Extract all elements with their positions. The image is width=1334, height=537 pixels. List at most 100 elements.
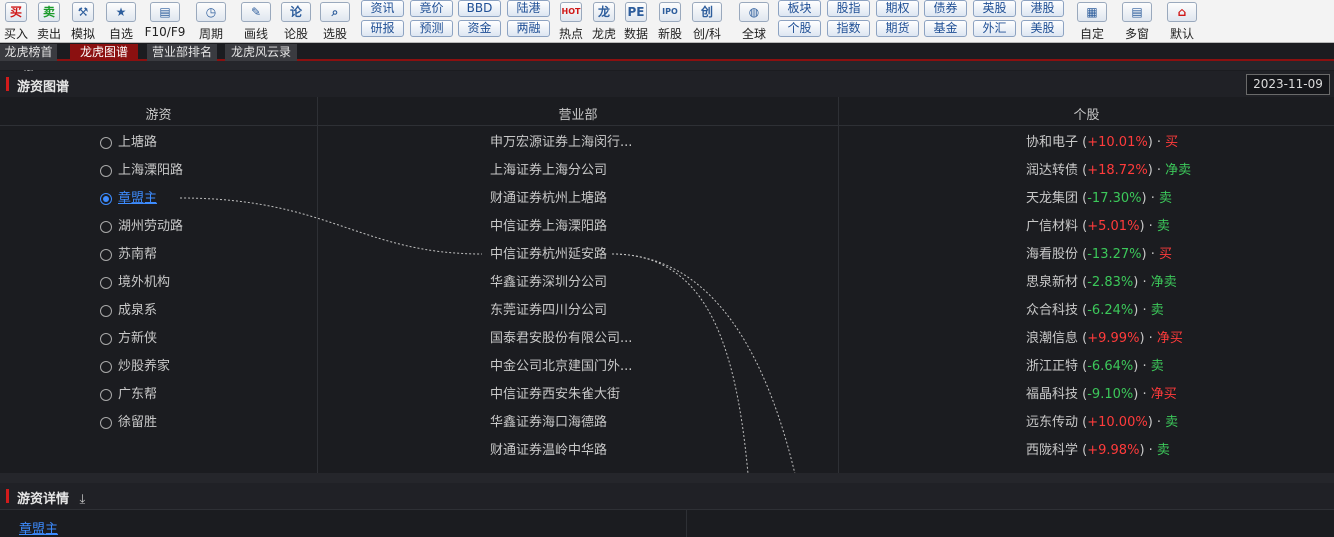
branch-item[interactable]: 中信证券西安朱雀大街 (490, 385, 620, 405)
toolbar-button-f10[interactable]: ▤ F10/F9 (143, 0, 187, 43)
youzi-item[interactable]: 上海溧阳路 (118, 161, 183, 181)
toolbar-chip[interactable]: 英股 (973, 0, 1016, 17)
youzi-item[interactable]: 方新侠 (118, 329, 157, 349)
youzi-item[interactable]: 上塘路 (118, 133, 157, 153)
stock-item[interactable]: 浪潮信息 (+9.99%) · 净买 (1026, 329, 1183, 349)
stock-item[interactable]: 众合科技 (-6.24%) · 卖 (1026, 301, 1164, 321)
stock-item[interactable]: 海看股份 (-13.27%) · 买 (1026, 245, 1172, 265)
stock-action: 卖 (1150, 359, 1164, 374)
toolbar-chip[interactable]: 美股 (1021, 20, 1064, 37)
detail-youzi-name[interactable]: 章盟主 (19, 518, 58, 537)
toolbar-button-pen[interactable]: ✎ 画线 (234, 0, 278, 43)
stock-action: 买 (1158, 247, 1172, 262)
tab-branch-ranking[interactable]: 营业部排名 (147, 44, 217, 61)
toolbar-chip[interactable]: 板块 (778, 0, 821, 17)
toolbar-button-multiwindow[interactable]: ▤ 多窗 (1115, 0, 1159, 43)
column-header-youzi: 游资 (145, 108, 172, 123)
stock-item[interactable]: 协和电子 (+10.01%) · 买 (1026, 133, 1178, 153)
toolbar-chip[interactable]: 两融 (507, 20, 550, 37)
youzi-radio[interactable] (100, 137, 112, 149)
youzi-item[interactable]: 境外机构 (118, 273, 170, 293)
toolbar-chip[interactable]: 股指 (827, 0, 870, 17)
stock-item[interactable]: 广信材料 (+5.01%) · 卖 (1026, 217, 1170, 237)
stock-item[interactable]: 福晶科技 (-9.10%) · 净买 (1026, 385, 1177, 405)
youzi-radio[interactable] (100, 193, 112, 205)
tab-longhu-records[interactable]: 龙虎风云录 (225, 44, 297, 61)
youzi-radio[interactable] (100, 361, 112, 373)
youzi-item[interactable]: 广东帮 (118, 385, 157, 405)
youzi-radio[interactable] (100, 221, 112, 233)
toolbar-button-label: 自定 (1079, 27, 1104, 41)
stock-item[interactable]: 远东传动 (+10.00%) · 卖 (1026, 413, 1178, 433)
youzi-item[interactable]: 苏南帮 (118, 245, 157, 265)
stock-action: 净买 (1156, 331, 1183, 346)
stock-item[interactable]: 浙江正特 (-6.64%) · 卖 (1026, 357, 1164, 377)
tab-longhu-graph[interactable]: 龙虎图谱 (70, 44, 138, 61)
toolbar-button-globe[interactable]: ◍ 全球 (732, 0, 776, 43)
toolbar-button-home[interactable]: ⌂ 默认 (1160, 0, 1204, 43)
toolbar-button-label: 论股 (283, 27, 308, 41)
toolbar-chip[interactable]: BBD (458, 0, 501, 17)
toolbar-button-clock[interactable]: ◷ 周期 (189, 0, 233, 43)
youzi-radio[interactable] (100, 417, 112, 429)
stock-name: 西陇科学 (1026, 443, 1079, 458)
youzi-radio[interactable] (100, 333, 112, 345)
branch-item[interactable]: 中信证券上海溧阳路 (490, 217, 607, 237)
youzi-radio[interactable] (100, 389, 112, 401)
toolbar-button-chuang[interactable]: 创创/科 (685, 0, 729, 43)
stock-item[interactable]: 思泉新材 (-2.83%) · 净卖 (1026, 273, 1177, 293)
toolbar-chip[interactable]: 研报 (361, 20, 404, 37)
branch-item[interactable]: 国泰君安股份有限公司... (490, 329, 632, 349)
toolbar-button-label: 多窗 (1124, 27, 1149, 41)
toolbar-chip[interactable]: 期货 (876, 20, 919, 37)
clock-icon: ◷ (196, 2, 226, 22)
tab-longhubang-home[interactable]: 龙虎榜首页 (0, 44, 57, 75)
toolbar-chip[interactable]: 竟价 (410, 0, 453, 17)
branch-item[interactable]: 财通证券杭州上塘路 (490, 189, 607, 209)
youzi-radio[interactable] (100, 277, 112, 289)
toolbar-button-star[interactable]: ★ 自选 (99, 0, 143, 43)
youzi-item[interactable]: 成泉系 (118, 301, 157, 321)
stock-change-pct: +9.98% (1087, 443, 1140, 458)
youzi-item[interactable]: 湖州劳动路 (118, 217, 183, 237)
branch-item[interactable]: 东莞证券四川分公司 (490, 301, 607, 321)
stock-action: 净卖 (1150, 275, 1177, 290)
branch-item[interactable]: 中金公司北京建国门外... (490, 357, 632, 377)
date-picker[interactable]: 2023-11-09 (1246, 74, 1330, 95)
toolbar-chip[interactable]: 资金 (458, 20, 501, 37)
stock-name: 海看股份 (1026, 247, 1079, 262)
chuang-icon: 创 (692, 2, 722, 22)
youzi-radio[interactable] (100, 165, 112, 177)
toolbar-chip[interactable]: 个股 (778, 20, 821, 37)
youzi-radio[interactable] (100, 249, 112, 261)
youzi-item[interactable]: 徐留胜 (118, 413, 157, 433)
stock-item[interactable]: 润达转债 (+18.72%) · 净卖 (1026, 161, 1191, 181)
branch-item[interactable]: 华鑫证券深圳分公司 (490, 273, 607, 293)
youzi-item[interactable]: 炒股养家 (118, 357, 170, 377)
stock-item[interactable]: 天龙集团 (-17.30%) · 卖 (1026, 189, 1172, 209)
branch-item[interactable]: 上海证券上海分公司 (490, 161, 607, 181)
stock-change-pct: +9.99% (1087, 331, 1140, 346)
toolbar-button-discuss[interactable]: 论论股 (274, 0, 318, 43)
detail-divider (0, 509, 1334, 510)
branch-item[interactable]: 中信证券杭州延安路 (490, 245, 607, 265)
toolbar-chip[interactable]: 资讯 (361, 0, 404, 17)
download-icon[interactable]: ⤓ (80, 492, 86, 507)
toolbar-button-magnifier[interactable]: ⌕ 选股 (313, 0, 357, 43)
youzi-item[interactable]: 章盟主 (118, 189, 157, 209)
toolbar-chip[interactable]: 期权 (876, 0, 919, 17)
toolbar-chip[interactable]: 预测 (410, 20, 453, 37)
toolbar-button-custom[interactable]: ▦ 自定 (1070, 0, 1114, 43)
branch-item[interactable]: 申万宏源证券上海闵行... (490, 133, 632, 153)
branch-item[interactable]: 华鑫证券海口海德路 (490, 413, 607, 433)
toolbar-chip[interactable]: 债券 (924, 0, 967, 17)
branch-item[interactable]: 财通证券温岭中华路 (490, 441, 607, 461)
toolbar-chip[interactable]: 陆港 (507, 0, 550, 17)
youzi-radio[interactable] (100, 305, 112, 317)
toolbar-chip[interactable]: 外汇 (973, 20, 1016, 37)
toolbar-chip[interactable]: 基金 (924, 20, 967, 37)
stock-change-pct: +18.72% (1087, 163, 1148, 178)
toolbar-chip[interactable]: 港股 (1021, 0, 1064, 17)
stock-item[interactable]: 西陇科学 (+9.98%) · 卖 (1026, 441, 1170, 461)
toolbar-chip[interactable]: 指数 (827, 20, 870, 37)
